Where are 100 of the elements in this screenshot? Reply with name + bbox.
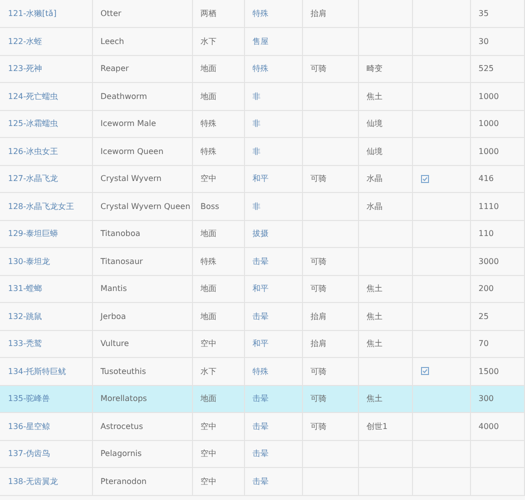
creature-link[interactable]: 127-水晶飞龙 (8, 174, 58, 184)
ride-text: 可骑 (310, 394, 326, 404)
table-row[interactable]: 131-螳螂 Mantis 地面 和平 可骑 焦土 200 (0, 275, 524, 302)
value-text: 1000 (478, 146, 499, 156)
table-row[interactable]: 122-水蛭 Leech 水下 售屋 30 (0, 28, 524, 55)
habitat-text: 地面 (200, 312, 216, 321)
creature-link[interactable]: 123-死神 (8, 64, 42, 74)
habitat-text: 空中 (200, 422, 216, 431)
map-text: 创世1 (366, 422, 388, 431)
map-text: 焦土 (366, 92, 382, 101)
taming-link[interactable]: 击晕 (252, 312, 268, 321)
map-text: 水晶 (366, 202, 382, 211)
value-text: 4000 (478, 422, 499, 431)
habitat-text: 地面 (200, 394, 216, 404)
english-name: Leech (100, 36, 124, 46)
creature-link[interactable]: 138-无齿翼龙 (8, 476, 58, 486)
creature-link[interactable]: 130-泰坦龙 (8, 256, 50, 266)
value-text: 300 (478, 394, 494, 404)
table-row[interactable]: 121-水獭[tǎ] Otter 两栖 特殊 抬肩 35 (0, 0, 524, 28)
taming-link[interactable]: 非 (252, 119, 260, 128)
creature-link[interactable]: 129-泰坦巨蟒 (8, 229, 58, 238)
taming-link[interactable]: 售屋 (252, 36, 268, 46)
table-row[interactable]: 130-泰坦龙 Titanosaur 特殊 击晕 可骑 3000 (0, 248, 524, 275)
table-row[interactable]: 135-驼峰兽 Morellatops 地面 击晕 可骑 焦土 300 (0, 385, 524, 412)
english-name: Crystal Wyvern (100, 174, 162, 184)
value-text: 25 (478, 312, 489, 321)
taming-link[interactable]: 击晕 (252, 394, 268, 404)
table-row[interactable]: 123-死神 Reaper 地面 特殊 可骑 畸变 525 (0, 55, 524, 82)
table-row[interactable]: 132-跳鼠 Jerboa 地面 击晕 抬肩 焦土 25 (0, 302, 524, 330)
table-row[interactable]: 125-冰霜蠕虫 Iceworm Male 特殊 非 仙境 1000 (0, 110, 524, 138)
english-name: Pteranodon (100, 476, 147, 486)
taming-link[interactable]: 击晕 (252, 422, 268, 431)
creature-link[interactable]: 137-伪齿鸟 (8, 449, 50, 458)
ride-text: 可骑 (310, 174, 326, 184)
taming-link[interactable]: 特殊 (252, 64, 268, 74)
habitat-text: 地面 (200, 229, 216, 238)
creature-link[interactable]: 131-螳螂 (8, 284, 42, 294)
creature-link[interactable]: 121-水獭[tǎ] (8, 9, 56, 18)
taming-link[interactable]: 特殊 (252, 9, 268, 18)
taming-link[interactable]: 非 (252, 146, 260, 156)
value-text: 35 (478, 9, 489, 18)
map-text: 仙境 (366, 146, 382, 156)
table-row[interactable]: 128-水晶飞龙女王 Crystal Wyvern Queen Boss 非 水晶 1110 (0, 192, 524, 220)
value-text: 1500 (478, 366, 499, 376)
table-row[interactable]: 134-托斯特巨鱿 Tusoteuthis 水下 特殊 可骑 1500 (0, 358, 524, 385)
creature-link[interactable]: 122-水蛭 (8, 36, 42, 46)
value-text: 30 (478, 36, 489, 46)
taming-link[interactable]: 拔摄 (252, 229, 268, 238)
ride-text: 可骑 (310, 366, 326, 376)
habitat-text: 空中 (200, 339, 216, 348)
map-text: 畸变 (366, 64, 382, 74)
english-name: Vulture (100, 339, 129, 348)
value-text: 110 (478, 229, 494, 238)
habitat-text: 两栖 (200, 9, 216, 18)
taming-link[interactable]: 非 (252, 202, 260, 211)
taming-link[interactable]: 非 (252, 92, 260, 101)
table-row[interactable]: 138-无齿翼龙 Pteranodon 空中 击晕 (0, 468, 524, 495)
table-row[interactable]: 129-泰坦巨蟒 Titanoboa 地面 拔摄 110 (0, 220, 524, 248)
table-row[interactable]: 136-星空鲸 Astrocetus 空中 击晕 可骑 创世1 4000 (0, 412, 524, 440)
table-row[interactable]: 126-冰虫女王 Iceworm Queen 特殊 非 仙境 1000 (0, 138, 524, 165)
taming-link[interactable]: 和平 (252, 284, 268, 294)
habitat-text: 特殊 (200, 256, 216, 266)
ride-text: 可骑 (310, 256, 326, 266)
creature-link[interactable]: 133-秃鹫 (8, 339, 42, 348)
habitat-text: 水下 (200, 366, 216, 376)
creature-link[interactable]: 125-冰霜蠕虫 (8, 119, 58, 128)
taming-link[interactable]: 和平 (252, 174, 268, 184)
habitat-text: 空中 (200, 174, 216, 184)
creature-link[interactable]: 135-驼峰兽 (8, 394, 50, 404)
habitat-text: 特殊 (200, 119, 216, 128)
english-name: Crystal Wyvern Queen (100, 202, 190, 211)
value-text: 70 (478, 339, 489, 348)
english-name: Reaper (100, 64, 129, 74)
taming-link[interactable]: 击晕 (252, 449, 268, 458)
value-text: 3000 (478, 256, 499, 266)
creature-link[interactable]: 126-冰虫女王 (8, 146, 58, 156)
creature-link[interactable]: 132-跳鼠 (8, 312, 42, 321)
taming-link[interactable]: 击晕 (252, 476, 268, 486)
creature-link[interactable]: 128-水晶飞龙女王 (8, 202, 74, 211)
map-text: 仙境 (366, 119, 382, 128)
table-row[interactable]: 127-水晶飞龙 Crystal Wyvern 空中 和平 可骑 水晶 416 (0, 165, 524, 192)
creature-link[interactable]: 124-死亡蠕虫 (8, 92, 58, 101)
taming-link[interactable]: 特殊 (252, 366, 268, 376)
value-text: 525 (478, 64, 494, 74)
table-row[interactable]: 137-伪齿鸟 Pelagornis 空中 击晕 (0, 440, 524, 468)
creature-link[interactable]: 136-星空鲸 (8, 422, 50, 431)
value-text: 1110 (478, 202, 499, 211)
ride-text: 抬肩 (310, 9, 326, 18)
taming-link[interactable]: 和平 (252, 339, 268, 348)
english-name: Iceworm Queen (100, 146, 164, 156)
creature-link[interactable]: 134-托斯特巨鱿 (8, 366, 66, 376)
english-name: Pelagornis (100, 449, 142, 458)
table-row[interactable]: 124-死亡蠕虫 Deathworm 地面 非 焦土 1000 (0, 82, 524, 110)
habitat-text: 特殊 (200, 146, 216, 156)
table-row[interactable]: 133-秃鹫 Vulture 空中 和平 抬肩 焦土 70 (0, 330, 524, 358)
habitat-text: Boss (200, 202, 220, 211)
habitat-text: 空中 (200, 449, 216, 458)
habitat-text: 空中 (200, 476, 216, 486)
ride-text: 抬肩 (310, 339, 326, 348)
taming-link[interactable]: 击晕 (252, 256, 268, 266)
